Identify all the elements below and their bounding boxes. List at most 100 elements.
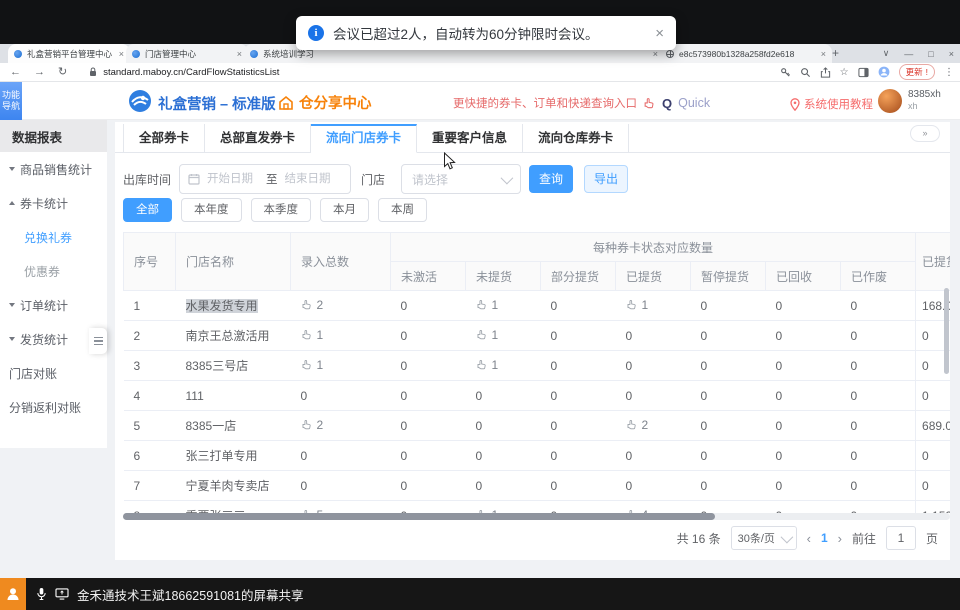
cell-value: 0 <box>691 291 766 321</box>
horizontal-scrollbar-thumb[interactable] <box>123 513 715 520</box>
tab-hq-direct-cards[interactable]: 总部直发券卡 <box>205 124 311 152</box>
sidebar-item-order-stats[interactable]: 订单统计 <box>0 288 107 322</box>
sidebar-item-gift-coupons[interactable]: 兑换礼券 <box>0 220 107 254</box>
browser-tab-1[interactable]: 礼盒营销平台管理中心 × <box>8 44 130 63</box>
back-icon[interactable]: ← <box>10 67 21 78</box>
sidebar-item-store-reconciliation[interactable]: 门店对账 <box>0 356 107 390</box>
share-center-label: 仓分享中心 <box>299 92 372 113</box>
cell-value: 0 <box>466 381 541 411</box>
close-icon[interactable]: × <box>821 49 826 59</box>
tutorial-link[interactable]: 系统使用教程 <box>790 96 873 112</box>
count-link[interactable]: 1 <box>476 298 499 312</box>
cell-value: 0 <box>841 291 916 321</box>
microphone-icon <box>36 587 47 601</box>
vertical-scrollbar-thumb[interactable] <box>944 288 949 374</box>
store-select[interactable]: 请选择 <box>401 164 521 194</box>
count-link[interactable]: 1 <box>476 328 499 342</box>
key-icon[interactable] <box>780 67 791 78</box>
count-link[interactable]: 1 <box>476 358 499 372</box>
cell-value: 0 <box>391 291 466 321</box>
favicon <box>250 50 258 58</box>
col-group-header-status-counts: 每种券卡状态对应数量 <box>391 233 916 262</box>
date-range-picker[interactable]: 至 <box>179 164 351 194</box>
page-size-value: 30条/页 <box>738 530 775 546</box>
function-nav-toggle[interactable]: 功能 导航 <box>0 82 22 120</box>
side-panel-icon[interactable] <box>858 67 869 78</box>
tab-key-customer-info[interactable]: 重要客户信息 <box>417 124 523 152</box>
sidebar-item-discount-coupons[interactable]: 优惠券 <box>0 254 107 288</box>
user-avatar[interactable] <box>878 89 902 113</box>
browser-tab-2[interactable]: 门店管理中心 × <box>126 44 248 63</box>
cell-value: 1 <box>291 351 391 381</box>
prev-page-icon[interactable]: ‹ <box>807 531 811 546</box>
sidebar-collapse-handle[interactable] <box>89 328 107 354</box>
count-link[interactable]: 2 <box>626 418 649 432</box>
quick-filter-chip-year[interactable]: 本年度 <box>181 198 242 222</box>
new-tab-button[interactable]: + <box>828 46 843 61</box>
cell-value: 2 <box>291 411 391 441</box>
quick-filter-chip-month[interactable]: 本月 <box>320 198 369 222</box>
export-button[interactable]: 导出 <box>584 165 628 193</box>
quick-entry[interactable]: 更快捷的券卡、订单和快递查询入口 Q Quick <box>453 95 710 111</box>
screen: i 会议已超过2人，自动转为60分钟限时会议。 × 礼盒营销平台管理中心 × 门… <box>0 0 960 610</box>
profile-icon[interactable] <box>878 66 890 78</box>
refresh-icon[interactable]: ↻ <box>58 67 67 78</box>
cell-value: 689.0 <box>916 411 950 441</box>
goto-page-input[interactable] <box>886 526 916 550</box>
minimize-icon[interactable]: — <box>904 49 913 59</box>
page-size-select[interactable]: 30条/页 <box>731 526 797 550</box>
store-name-text: 宁夏羊肉专卖店 <box>186 479 270 493</box>
start-date-input[interactable] <box>205 172 261 186</box>
count-value: 1 <box>492 298 499 312</box>
close-icon[interactable]: × <box>655 26 664 41</box>
sidebar-item-card-stats[interactable]: 券卡统计 <box>0 186 107 220</box>
quick-filter-chip-quarter[interactable]: 本季度 <box>251 198 312 222</box>
search-button[interactable]: 查询 <box>529 165 573 193</box>
share-icon[interactable] <box>820 67 831 78</box>
caret-down-icon <box>9 303 15 307</box>
window-close-icon[interactable]: × <box>949 49 954 59</box>
favicon <box>14 50 22 58</box>
tab-search-icon[interactable]: ∨ <box>883 48 890 59</box>
count-link[interactable]: 1 <box>301 328 324 342</box>
browser-menu-icon[interactable]: ⋮ <box>944 67 954 78</box>
close-icon[interactable]: × <box>119 49 124 59</box>
count-link[interactable]: 1 <box>301 358 324 372</box>
horizontal-scrollbar[interactable] <box>123 513 950 520</box>
omnibox[interactable]: standard.maboy.cn/CardFlowStatisticsList <box>89 67 279 78</box>
close-icon[interactable]: × <box>653 49 658 59</box>
cell-value: 0 <box>691 411 766 441</box>
browser-tab-4[interactable]: e8c573980b1328a258fd2e618 × <box>660 44 832 63</box>
count-link[interactable]: 2 <box>301 418 324 432</box>
quick-filter-chip-week[interactable]: 本周 <box>378 198 427 222</box>
sidebar-item-product-sales[interactable]: 商品销售统计 <box>0 152 107 186</box>
panel-collapse-button[interactable]: » <box>910 125 940 142</box>
current-page[interactable]: 1 <box>821 531 828 545</box>
hand-pointer-icon <box>476 329 488 341</box>
bookmark-star-icon[interactable]: ☆ <box>840 67 849 78</box>
cell-store-name: 宁夏羊肉专卖店 <box>176 471 291 501</box>
zoom-icon[interactable] <box>800 67 811 78</box>
quick-filter-chip-all[interactable]: 全部 <box>123 198 172 222</box>
close-icon[interactable]: × <box>237 49 242 59</box>
sidebar-item-rebate-reconciliation[interactable]: 分销返利对账 <box>0 390 107 424</box>
maximize-icon[interactable]: □ <box>928 49 933 59</box>
cell-value: 0 <box>766 291 841 321</box>
sidebar-item-label: 门店对账 <box>9 365 57 382</box>
cell-value: 0 <box>916 471 950 501</box>
tab-warehouse-flow-cards[interactable]: 流向仓库券卡 <box>523 124 629 152</box>
next-page-icon[interactable]: › <box>838 531 842 546</box>
end-date-input[interactable] <box>283 172 339 186</box>
tab-store-flow-cards[interactable]: 流向门店券卡 <box>311 124 417 153</box>
nav-buttons: ← → ↻ <box>0 67 67 78</box>
chrome-update-button[interactable]: 更新 ! <box>899 64 935 80</box>
cell-value: 0 <box>691 381 766 411</box>
share-center-link[interactable]: 仓分享中心 <box>278 92 372 113</box>
cell-value: 1 <box>466 501 541 514</box>
share-bar-text: 金禾通技术王斌18662591081的屏幕共享 <box>77 585 303 604</box>
cell-value: 0 <box>841 471 916 501</box>
count-link[interactable]: 1 <box>626 298 649 312</box>
tab-all-cards[interactable]: 全部券卡 <box>123 124 205 152</box>
forward-icon[interactable]: → <box>34 67 45 78</box>
count-link[interactable]: 2 <box>301 298 324 312</box>
